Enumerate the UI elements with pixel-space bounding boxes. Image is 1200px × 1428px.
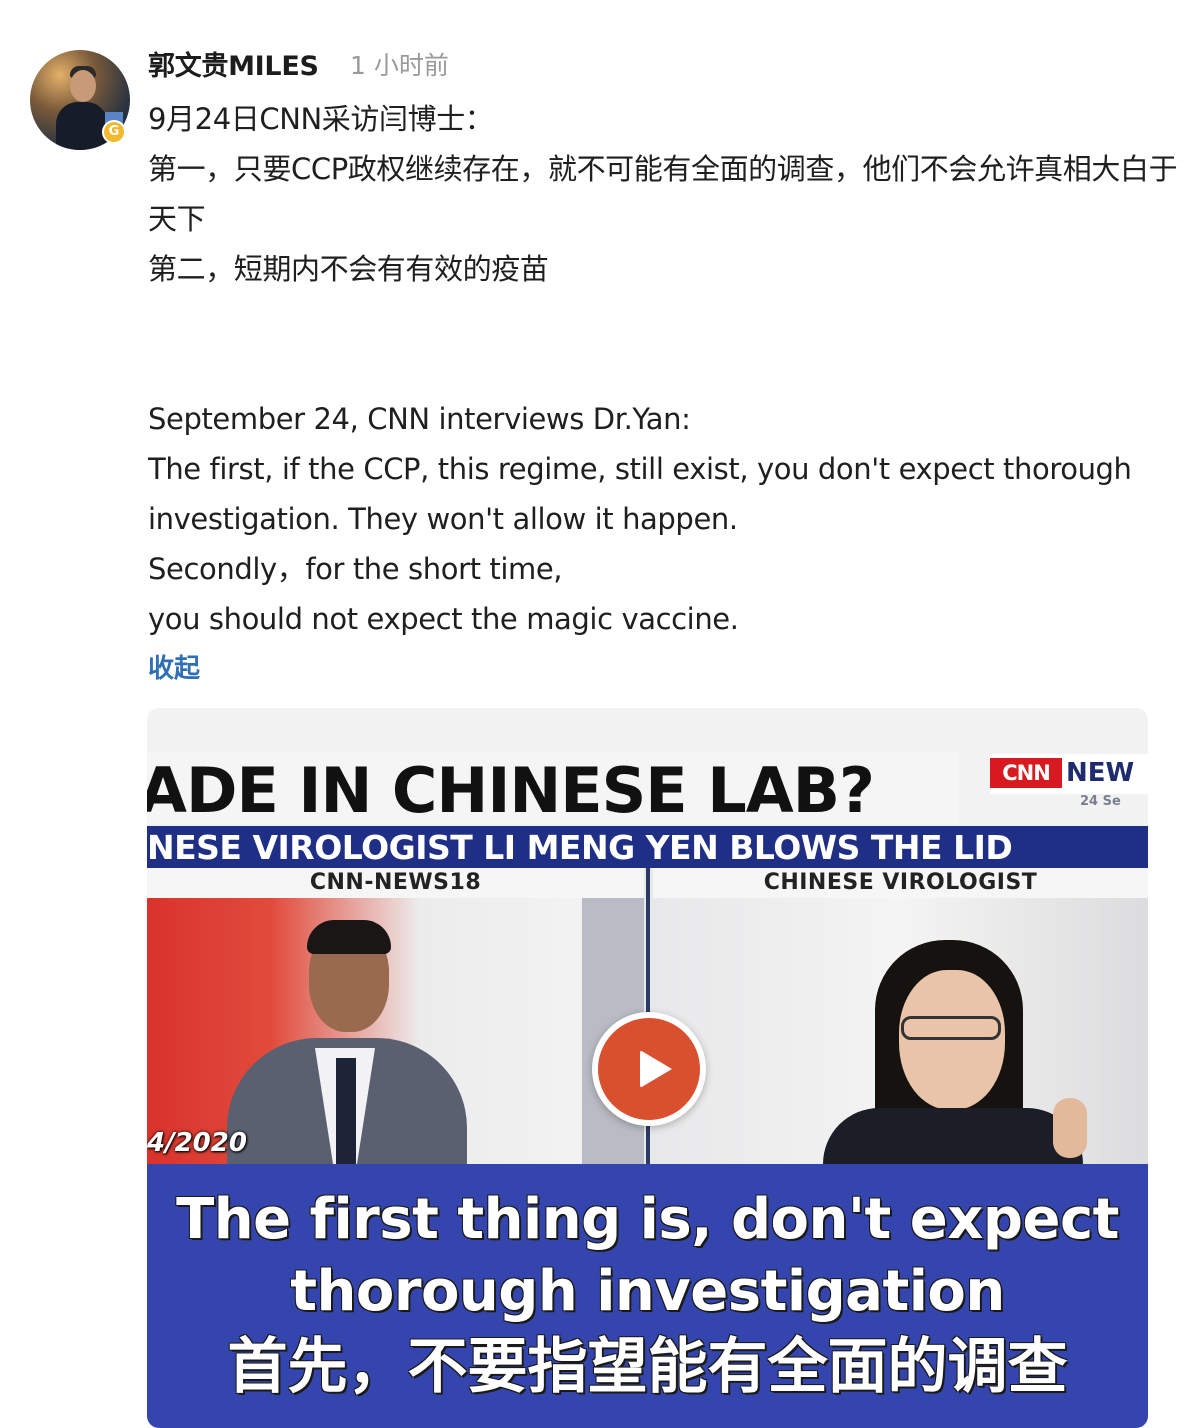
anchor-tie — [336, 1058, 356, 1164]
cnn-logo: CNN NEW 24 Se — [990, 754, 1148, 809]
video-ticker-banner: NESE VIROLOGIST LI MENG YEN BLOWS THE LI… — [147, 826, 1148, 868]
post-line-en-4: Secondly，for the short time, — [148, 552, 563, 586]
left-pane-label-bar: CNN-NEWS18 — [147, 868, 644, 898]
post-line-en-5: you should not expect the magic vaccine. — [148, 602, 739, 636]
author-name[interactable]: 郭文贵MILES — [148, 44, 319, 83]
post-timestamp: 1 小时前 — [350, 51, 449, 80]
anchor-hair — [307, 920, 391, 954]
post-line-zh-3: 第二，短期内不会有有效的疫苗 — [148, 252, 549, 286]
video-ticker: NESE VIROLOGIST LI MENG YEN BLOWS THE LI… — [147, 828, 1013, 867]
post-line-zh-1: 9月24日CNN采访闫博士： — [148, 102, 494, 136]
guest-face — [899, 970, 1005, 1110]
cnn-logo-date: 24 Se — [1080, 794, 1121, 809]
right-pane-label-bar: CHINESE VIROLOGIST — [653, 868, 1148, 898]
play-icon — [640, 1050, 672, 1088]
play-button[interactable] — [592, 1012, 706, 1126]
subtitle-zh-line: 首先，不要指望能有全面的调查 — [227, 1332, 1068, 1402]
video-headline: ADE IN CHINESE LAB? — [147, 754, 875, 827]
collapse-link[interactable]: 收起 — [148, 648, 200, 685]
right-pane-label: CHINESE VIROLOGIST — [763, 870, 1038, 895]
subtitle-en-line-1: The first thing is, don't expect — [176, 1187, 1119, 1252]
cnn-logo-news: NEW — [1066, 758, 1135, 788]
post-line-en-1: September 24, CNN interviews Dr.Yan: — [148, 402, 691, 436]
avatar-suit — [56, 102, 108, 150]
post-line-zh-2: 第一，只要CCP政权继续存在，就不可能有全面的调查，他们不会允许真相大白于天下 — [148, 152, 1178, 236]
video-player[interactable]: ADE IN CHINESE LAB? CNN NEW 24 Se NESE V… — [147, 708, 1148, 1428]
subtitle-en-line-2: thorough investigation — [290, 1259, 1005, 1324]
subtitle-panel: The first thing is, don't expect thoroug… — [147, 1164, 1148, 1428]
guest-body — [823, 1108, 1083, 1164]
guest-glasses — [901, 1016, 1001, 1040]
guest-hand — [1053, 1098, 1087, 1158]
left-pane-label: CNN-NEWS18 — [309, 870, 482, 895]
date-stamp: 4/2020 — [147, 1128, 247, 1158]
guest-pane — [653, 898, 1148, 1164]
avatar-face — [70, 70, 96, 102]
verified-medal-icon: G — [102, 120, 126, 144]
post-body: 9月24日CNN采访闫博士： 第一，只要CCP政权继续存在，就不可能有全面的调查… — [148, 94, 1178, 644]
cnn-logo-mark: CNN — [990, 758, 1062, 788]
post-line-en-3: investigation. They won't allow it happe… — [148, 502, 738, 536]
post-line-en-2: The first, if the CCP, this regime, stil… — [148, 452, 1132, 486]
anchor-pane — [147, 898, 644, 1164]
video-headline-banner: ADE IN CHINESE LAB? — [147, 752, 959, 827]
